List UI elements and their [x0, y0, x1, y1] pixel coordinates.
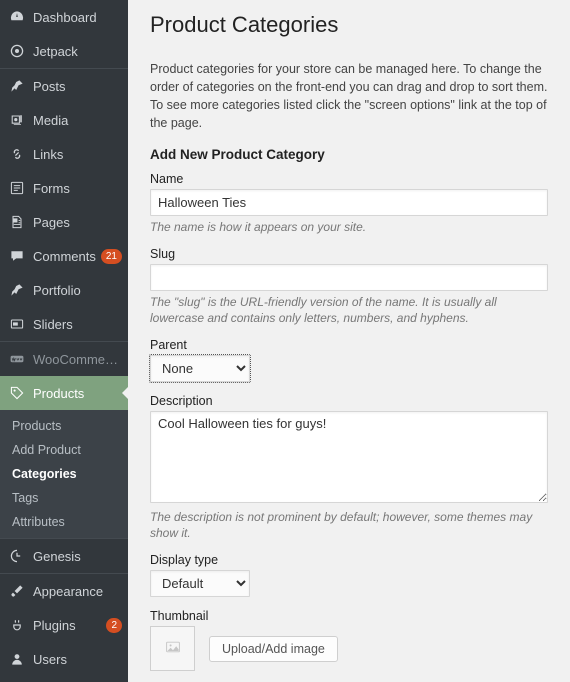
sidebar-item-portfolio[interactable]: Portfolio — [0, 273, 128, 307]
input-slug[interactable] — [150, 264, 548, 291]
pin-icon — [8, 281, 26, 299]
field-name: Name The name is how it appears on your … — [150, 172, 548, 235]
image-icon — [165, 639, 181, 658]
genesis-icon — [8, 547, 26, 565]
sidebar-item-label: Jetpack — [33, 44, 122, 59]
sidebar-item-sliders[interactable]: Sliders — [0, 307, 128, 341]
sidebar-item-genesis[interactable]: Genesis — [0, 538, 128, 573]
sidebar-item-dashboard[interactable]: Dashboard — [0, 0, 128, 34]
submenu-item-add-product[interactable]: Add Product — [0, 438, 128, 462]
sidebar-item-label: Sliders — [33, 317, 122, 332]
admin-sidebar: Dashboard Jetpack Posts Media Links Forms Page… — [0, 0, 128, 682]
plug-icon — [8, 616, 26, 634]
sidebar-item-label: Dashboard — [33, 10, 122, 25]
pin-icon — [8, 77, 26, 95]
select-display-type[interactable]: Default — [150, 570, 250, 597]
sidebar-item-label: WooCommerce — [33, 352, 122, 367]
circle-dot-icon — [8, 42, 26, 60]
sidebar-item-label: Comments — [33, 249, 97, 264]
media-icon — [8, 111, 26, 129]
page-icon — [8, 213, 26, 231]
page-intro: Product categories for your store can be… — [150, 60, 548, 133]
sidebar-item-forms[interactable]: Forms — [0, 171, 128, 205]
sidebar-item-label: Users — [33, 652, 122, 667]
sidebar-item-label: Appearance — [33, 584, 122, 599]
field-description: Description The description is not promi… — [150, 394, 548, 541]
badge-plugins: 2 — [106, 618, 122, 633]
woo-icon — [8, 350, 26, 368]
submenu-products: ProductsAdd ProductCategoriesTagsAttribu… — [0, 410, 128, 538]
submenu-item-tags[interactable]: Tags — [0, 486, 128, 510]
hint-description: The description is not prominent by defa… — [150, 509, 548, 541]
sidebar-item-products[interactable]: Products — [0, 376, 128, 410]
sidebar-item-pages[interactable]: Pages — [0, 205, 128, 239]
gauge-icon — [8, 8, 26, 26]
field-slug: Slug The "slug" is the URL-friendly vers… — [150, 247, 548, 326]
sidebar-item-media[interactable]: Media — [0, 103, 128, 137]
sidebar-item-label: Forms — [33, 181, 122, 196]
label-display-type: Display type — [150, 553, 548, 567]
sidebar-item-jetpack[interactable]: Jetpack — [0, 34, 128, 68]
form-icon — [8, 179, 26, 197]
submenu-item-attributes[interactable]: Attributes — [0, 510, 128, 534]
field-parent: Parent None — [150, 338, 548, 382]
comment-icon — [8, 247, 26, 265]
sidebar-item-label: Products — [33, 386, 122, 401]
input-name[interactable] — [150, 189, 548, 216]
thumbnail-placeholder — [150, 626, 195, 671]
main-content: Product Categories Product categories fo… — [128, 0, 570, 682]
submenu-item-categories[interactable]: Categories — [0, 462, 128, 486]
sidebar-item-woocommerce[interactable]: WooCommerce — [0, 341, 128, 376]
page-title: Product Categories — [150, 12, 548, 38]
brush-icon — [8, 582, 26, 600]
label-description: Description — [150, 394, 548, 408]
sidebar-item-users[interactable]: Users — [0, 642, 128, 676]
sidebar-item-links[interactable]: Links — [0, 137, 128, 171]
hint-name: The name is how it appears on your site. — [150, 219, 548, 235]
hint-slug: The "slug" is the URL-friendly version o… — [150, 294, 548, 326]
select-parent[interactable]: None — [150, 355, 250, 382]
sidebar-item-label: Pages — [33, 215, 122, 230]
badge-comments: 21 — [101, 249, 122, 264]
submenu-item-products-list[interactable]: Products — [0, 414, 128, 438]
sidebar-item-label: Genesis — [33, 549, 122, 564]
label-thumbnail: Thumbnail — [150, 609, 548, 623]
sidebar-item-plugins[interactable]: Plugins 2 — [0, 608, 128, 642]
sidebar-item-label: Plugins — [33, 618, 102, 633]
sidebar-item-appearance[interactable]: Appearance — [0, 573, 128, 608]
sidebar-item-label: Links — [33, 147, 122, 162]
label-slug: Slug — [150, 247, 548, 261]
link-icon — [8, 145, 26, 163]
sidebar-item-label: Posts — [33, 79, 122, 94]
upload-image-button[interactable]: Upload/Add image — [209, 636, 338, 662]
label-parent: Parent — [150, 338, 548, 352]
sidebar-item-comments[interactable]: Comments 21 — [0, 239, 128, 273]
section-title: Add New Product Category — [150, 147, 548, 162]
sidebar-item-posts[interactable]: Posts — [0, 68, 128, 103]
sidebar-item-label: Media — [33, 113, 122, 128]
label-name: Name — [150, 172, 548, 186]
user-icon — [8, 650, 26, 668]
textarea-description[interactable] — [150, 411, 548, 503]
field-display-type: Display type Default — [150, 553, 548, 597]
sliders-icon — [8, 315, 26, 333]
field-thumbnail: Thumbnail Upload/Add image — [150, 609, 548, 671]
tag-icon — [8, 384, 26, 402]
sidebar-item-label: Portfolio — [33, 283, 122, 298]
sidebar-item-tools[interactable]: Tools — [0, 676, 128, 682]
